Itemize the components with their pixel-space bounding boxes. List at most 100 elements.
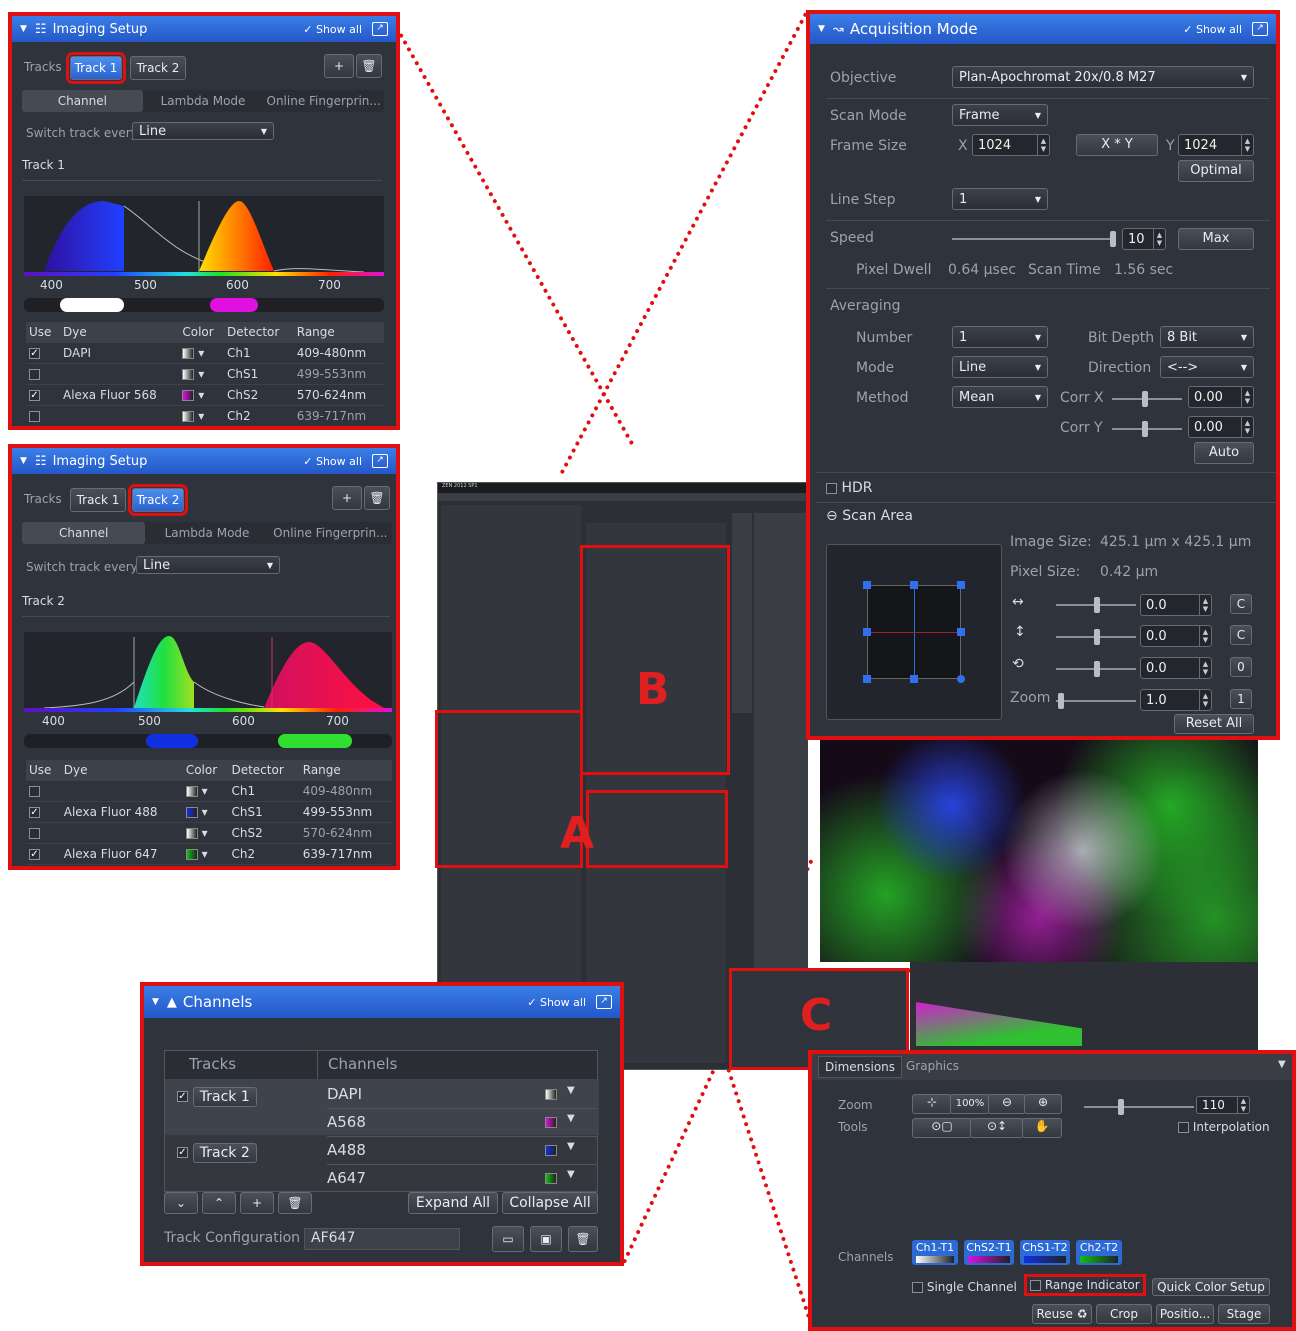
undock-icon[interactable]: ↗ bbox=[372, 22, 388, 36]
zoom-slider[interactable] bbox=[1084, 1099, 1194, 1115]
interpolation-row[interactable]: Interpolation bbox=[1178, 1120, 1270, 1134]
zoom-region-icon[interactable]: ⊙▢ bbox=[912, 1118, 972, 1138]
fit-icon[interactable]: ⊹ bbox=[912, 1094, 952, 1114]
bit-depth-select[interactable]: 8 Bit bbox=[1160, 326, 1254, 348]
use-checkbox[interactable]: ✓ bbox=[29, 806, 40, 818]
single-channel-row[interactable]: Single Channel bbox=[912, 1280, 1017, 1294]
scan-handle[interactable] bbox=[863, 675, 871, 683]
quick-color-setup-button[interactable]: Quick Color Setup bbox=[1152, 1278, 1270, 1296]
show-all-toggle[interactable]: ✓ Show all bbox=[1183, 23, 1242, 36]
corr-y-input[interactable]: 0.00 ▲ ▼ bbox=[1188, 416, 1254, 438]
undock-icon[interactable]: ↗ bbox=[596, 995, 612, 1009]
tab-lambda-mode[interactable]: Lambda Mode bbox=[143, 90, 264, 112]
use-checkbox[interactable]: ✓ bbox=[29, 389, 40, 401]
averaging-method-select[interactable]: Mean bbox=[952, 386, 1048, 408]
tab-online-fingerprinting[interactable]: Online Fingerprin... bbox=[269, 522, 392, 544]
crop-button[interactable]: Crop bbox=[1096, 1304, 1152, 1324]
switch-track-select[interactable]: Line bbox=[136, 556, 280, 574]
scan-handle[interactable] bbox=[863, 628, 871, 636]
stage-button[interactable]: Stage bbox=[1218, 1304, 1270, 1324]
table-row[interactable]: ▾ ChS2 570-624nm bbox=[26, 822, 392, 844]
optimal-button[interactable]: Optimal bbox=[1178, 160, 1254, 182]
track1-checkbox[interactable]: ✓ bbox=[177, 1091, 188, 1102]
track2-checkbox[interactable]: ✓ bbox=[177, 1147, 188, 1158]
scan-area-preview[interactable] bbox=[826, 544, 1002, 720]
max-button[interactable]: Max bbox=[1178, 228, 1254, 250]
collapse-icon[interactable]: ▼ bbox=[818, 24, 825, 34]
track2-button[interactable]: Track 2 bbox=[128, 484, 188, 516]
offset-y-slider[interactable] bbox=[1056, 629, 1136, 645]
table-row[interactable]: ✓ Alexa Fluor 488 ▾ ChS1 499-553nm bbox=[26, 801, 392, 823]
collapse-icon[interactable]: ▼ bbox=[152, 997, 159, 1007]
chevron-down-icon[interactable]: ▼ bbox=[1278, 1059, 1286, 1070]
open-folder-icon[interactable]: ▭ bbox=[492, 1226, 524, 1252]
move-down-button[interactable]: ⌄ bbox=[164, 1192, 198, 1214]
scan-handle[interactable] bbox=[910, 581, 918, 589]
scan-handle[interactable] bbox=[957, 581, 965, 589]
zoom-reset-button[interactable]: 1 bbox=[1230, 689, 1252, 709]
scan-area-header[interactable]: ⊖ Scan Area bbox=[826, 508, 913, 524]
frame-x-input[interactable]: 1024 ▲ ▼ bbox=[972, 134, 1050, 156]
switch-track-select[interactable]: Line bbox=[132, 122, 274, 140]
scan-handle[interactable] bbox=[863, 581, 871, 589]
delete-track-button[interactable]: 🗑 bbox=[364, 486, 390, 510]
corr-x-input[interactable]: 0.00 ▲ ▼ bbox=[1188, 386, 1254, 408]
pan-hand-icon[interactable]: ✋ bbox=[1022, 1118, 1062, 1138]
auto-button[interactable]: Auto bbox=[1194, 442, 1254, 464]
save-icon[interactable]: ▣ bbox=[530, 1226, 562, 1252]
line-step-select[interactable]: 1 bbox=[952, 188, 1048, 210]
channel-row[interactable]: A647 ▼ bbox=[327, 1169, 597, 1193]
speed-input[interactable]: 10 ▲ ▼ bbox=[1122, 228, 1166, 250]
single-channel-checkbox[interactable] bbox=[912, 1282, 923, 1293]
offset-x-center-button[interactable]: C bbox=[1230, 594, 1252, 614]
range-handle-chs2[interactable] bbox=[210, 298, 258, 312]
channel-chip-ch1-t1[interactable]: Ch1-T1 bbox=[912, 1240, 958, 1265]
tab-online-fingerprinting[interactable]: Online Fingerprin... bbox=[263, 90, 384, 112]
range-indicator-row[interactable]: Range Indicator bbox=[1024, 1274, 1146, 1296]
delete-channel-icon[interactable]: 🗑 bbox=[278, 1192, 312, 1214]
track2-row[interactable]: ✓ Track 2 bbox=[177, 1143, 257, 1163]
undock-icon[interactable]: ↗ bbox=[1252, 22, 1268, 36]
offset-y-center-button[interactable]: C bbox=[1230, 625, 1252, 645]
range-handle-chs1[interactable] bbox=[146, 734, 198, 748]
zoom-in-icon[interactable]: ⊕ bbox=[1024, 1094, 1062, 1114]
table-row[interactable]: ▾ ChS1 499-553nm bbox=[26, 363, 384, 385]
undock-icon[interactable]: ↗ bbox=[372, 454, 388, 468]
track1-button[interactable]: Track 1 bbox=[70, 488, 126, 512]
zoom-out-icon[interactable]: ⊖ bbox=[988, 1094, 1026, 1114]
show-all-toggle[interactable]: ✓ Show all bbox=[303, 455, 362, 468]
tab-channel[interactable]: Channel bbox=[22, 522, 146, 544]
interpolation-checkbox[interactable] bbox=[1178, 1122, 1189, 1133]
hdr-checkbox[interactable] bbox=[826, 482, 837, 494]
tab-channel[interactable]: Channel bbox=[22, 90, 143, 112]
offset-x-input[interactable]: 0.0 ▲ ▼ bbox=[1140, 594, 1212, 616]
xy-button[interactable]: X * Y bbox=[1076, 134, 1158, 156]
frame-y-input[interactable]: 1024 ▲ ▼ bbox=[1178, 134, 1254, 156]
position-button[interactable]: Positio... bbox=[1156, 1304, 1214, 1324]
scan-handle[interactable] bbox=[910, 675, 918, 683]
show-all-toggle[interactable]: ✓ Show all bbox=[527, 996, 586, 1009]
offset-y-input[interactable]: 0.0 ▲ ▼ bbox=[1140, 625, 1212, 647]
use-checkbox[interactable] bbox=[29, 785, 40, 797]
track1-row[interactable]: ✓ Track 1 bbox=[177, 1087, 257, 1107]
objective-select[interactable]: Plan-Apochromat 20x/0.8 M27 bbox=[952, 66, 1254, 88]
scan-mode-select[interactable]: Frame bbox=[952, 104, 1048, 126]
table-row[interactable]: ▾ Ch1 409-480nm bbox=[26, 780, 392, 802]
use-checkbox[interactable]: ✓ bbox=[29, 347, 40, 359]
averaging-mode-select[interactable]: Line bbox=[952, 356, 1048, 378]
move-up-button[interactable]: ⌃ bbox=[202, 1192, 236, 1214]
track-config-input[interactable]: AF647 bbox=[304, 1228, 460, 1250]
zoom-input[interactable]: 110 ▲ ▼ bbox=[1196, 1096, 1250, 1114]
collapse-icon[interactable]: ▼ bbox=[20, 24, 27, 34]
tab-graphics[interactable]: Graphics bbox=[906, 1059, 959, 1073]
channel-row[interactable]: DAPI ▼ bbox=[327, 1085, 597, 1109]
averaging-number-select[interactable]: 1 bbox=[952, 326, 1048, 348]
use-checkbox[interactable] bbox=[29, 410, 40, 422]
channel-chip-chs1-t2[interactable]: ChS1-T2 bbox=[1020, 1240, 1070, 1265]
hdr-checkbox-row[interactable]: HDR bbox=[826, 480, 873, 496]
channel-chip-ch2-t2[interactable]: Ch2-T2 bbox=[1076, 1240, 1122, 1265]
collapse-icon[interactable]: ▼ bbox=[20, 456, 27, 466]
range-indicator-checkbox[interactable] bbox=[1030, 1280, 1041, 1291]
corr-x-slider[interactable] bbox=[1112, 391, 1182, 407]
channel-row[interactable]: A488 ▼ bbox=[327, 1141, 597, 1165]
